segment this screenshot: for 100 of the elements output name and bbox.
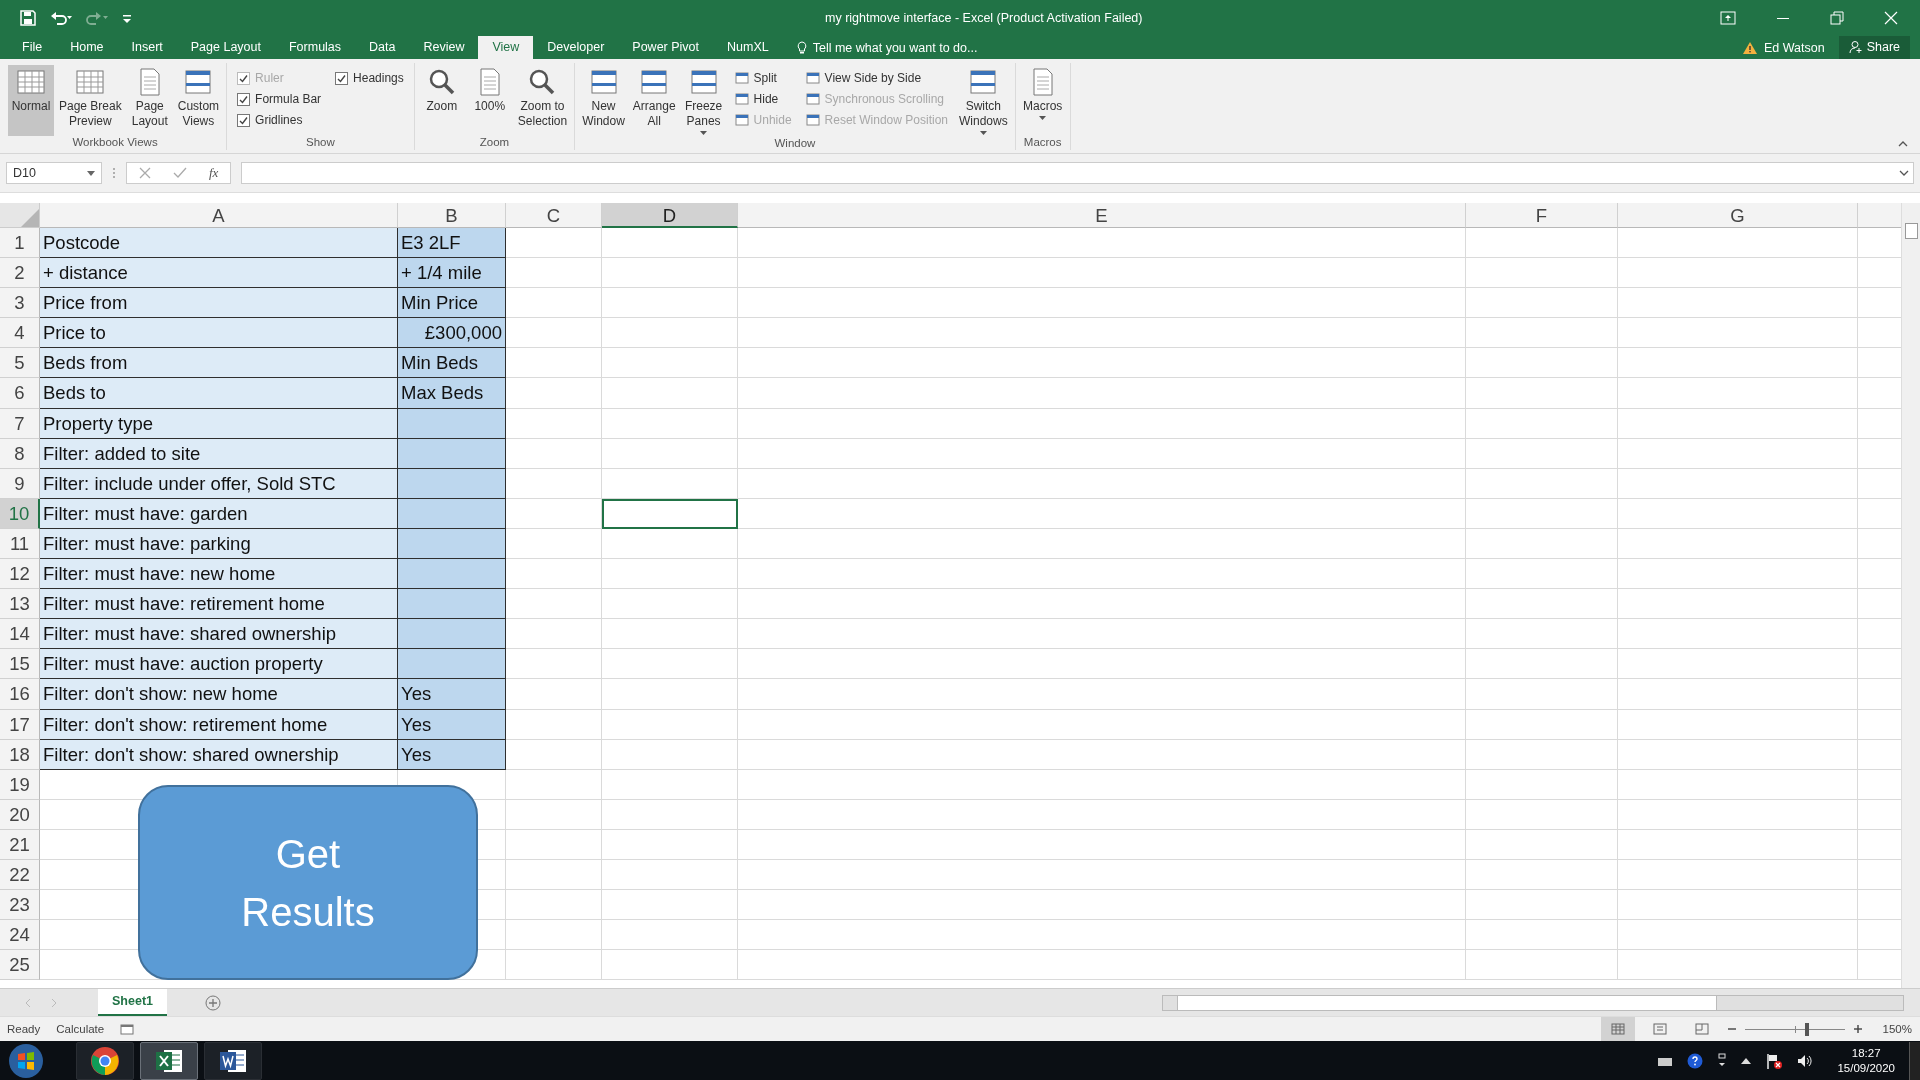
ribbon-tab[interactable]: Home: [56, 36, 118, 59]
ribbon-tab[interactable]: View: [478, 36, 534, 59]
row-header[interactable]: 17: [0, 709, 40, 740]
windows-icon[interactable]: [1717, 1052, 1728, 1069]
ribbon-button[interactable]: Page Layout: [126, 65, 173, 136]
formula-input[interactable]: [241, 162, 1914, 184]
row-header[interactable]: 4: [0, 318, 40, 349]
clock-date[interactable]: 15/09/2020: [1837, 1060, 1895, 1076]
zoom-slider[interactable]: [1744, 1021, 1845, 1037]
help-icon[interactable]: [1687, 1052, 1704, 1069]
caret-icon: [87, 170, 95, 176]
close-icon[interactable]: [1884, 11, 1898, 25]
ribbon-tab[interactable]: File: [8, 36, 57, 59]
user-name[interactable]: Ed Watson: [1763, 40, 1825, 55]
row-header[interactable]: 15: [0, 649, 40, 680]
clock-time[interactable]: 18:27: [1851, 1045, 1881, 1061]
ribbon-button[interactable]: Macros: [1019, 65, 1066, 136]
flag-error-icon[interactable]: [1765, 1051, 1784, 1070]
browser-icon[interactable]: [76, 1041, 134, 1080]
column-header[interactable]: F: [1466, 203, 1618, 228]
ribbon-button[interactable]: Freeze Panes: [680, 65, 727, 137]
row-header[interactable]: 20: [0, 799, 40, 830]
row-header[interactable]: 21: [0, 829, 40, 860]
insert-function-button[interactable]: fx: [209, 165, 219, 181]
ribbon-button[interactable]: New Window: [579, 65, 628, 137]
row-header[interactable]: 8: [0, 438, 40, 469]
horizontal-scrollbar[interactable]: [1162, 994, 1904, 1011]
row-header[interactable]: 7: [0, 408, 40, 439]
row-header[interactable]: 24: [0, 920, 40, 951]
ribbon-button[interactable]: Page Break Preview: [56, 65, 125, 136]
ribbon-button[interactable]: Hide: [734, 92, 792, 106]
row-header[interactable]: 13: [0, 589, 40, 620]
name-box[interactable]: D10: [6, 162, 102, 184]
ribbon-button[interactable]: 100%: [466, 65, 513, 136]
show-hidden-icons[interactable]: [1741, 1057, 1752, 1064]
start-button-icon[interactable]: [8, 1042, 44, 1079]
checkbox[interactable]: Formula Bar: [237, 92, 322, 106]
ribbon-tab[interactable]: Review: [409, 36, 479, 59]
undo-icon[interactable]: [50, 10, 72, 26]
row-header[interactable]: 14: [0, 619, 40, 650]
row-header[interactable]: 18: [0, 739, 40, 770]
row-header[interactable]: 12: [0, 559, 40, 590]
ribbon-button[interactable]: Arrange All: [629, 65, 679, 137]
ribbon-tab[interactable]: Power Pivot: [618, 36, 714, 59]
row-header[interactable]: 25: [0, 950, 40, 981]
row-header[interactable]: 2: [0, 258, 40, 289]
ribbon-button[interactable]: Zoom to Selection: [514, 65, 571, 136]
row-header[interactable]: 6: [0, 378, 40, 409]
sheet-tab[interactable]: Sheet1: [98, 989, 167, 1016]
zoom-level[interactable]: 150%: [1882, 1023, 1912, 1035]
save-icon[interactable]: [20, 10, 36, 26]
ribbon-tab[interactable]: Developer: [533, 36, 619, 59]
document-app-icon[interactable]: [204, 1041, 262, 1080]
vertical-scrollbar[interactable]: [1901, 203, 1920, 988]
add-sheet-icon[interactable]: [205, 994, 221, 1011]
restore-icon[interactable]: [1830, 11, 1844, 25]
row-header[interactable]: 1: [0, 228, 40, 259]
view-button[interactable]: [1600, 1017, 1635, 1041]
person-add-icon: [1848, 40, 1863, 54]
group-label: Zoom: [478, 136, 511, 150]
ribbon-tab[interactable]: Insert: [117, 36, 177, 59]
show-desktop-button[interactable]: [1909, 1041, 1920, 1080]
row-header[interactable]: 23: [0, 890, 40, 921]
ribbon-button[interactable]: Zoom: [418, 65, 465, 136]
customize-icon[interactable]: [122, 12, 132, 24]
ribbon-tab[interactable]: Page Layout: [176, 36, 275, 59]
row-header[interactable]: 16: [0, 679, 40, 710]
row-header[interactable]: 5: [0, 348, 40, 379]
checkbox[interactable]: Headings: [335, 71, 404, 85]
ribbon-button[interactable]: View Side by Side: [805, 71, 948, 85]
column-header[interactable]: A: [40, 203, 398, 228]
row-header[interactable]: 22: [0, 859, 40, 891]
active-cell[interactable]: [602, 498, 738, 529]
row-header[interactable]: 11: [0, 528, 40, 560]
row-header[interactable]: 3: [0, 288, 40, 319]
row-header[interactable]: 9: [0, 468, 40, 499]
column-header[interactable]: E: [738, 203, 1466, 228]
ribbon-tab[interactable]: Data: [355, 36, 410, 59]
macro-record-icon[interactable]: [120, 1023, 135, 1035]
table-cell: + distance: [40, 258, 398, 289]
column-header[interactable]: G: [1618, 203, 1858, 228]
ribbon-tab[interactable]: Formulas: [274, 36, 356, 59]
share-button[interactable]: Share: [1838, 36, 1910, 59]
ribbon-button[interactable]: Custom Views: [174, 65, 223, 136]
column-header[interactable]: B: [398, 203, 506, 228]
ribbon-button[interactable]: Switch Windows: [956, 65, 1011, 137]
ribbon-tab[interactable]: NumXL: [713, 36, 783, 59]
row-header[interactable]: 10: [0, 498, 40, 529]
checkbox[interactable]: Gridlines: [237, 113, 322, 127]
zoom-in-icon[interactable]: [1852, 1024, 1863, 1034]
ribbon-button[interactable]: Split: [734, 71, 792, 85]
column-header[interactable]: C: [506, 203, 602, 228]
row-header[interactable]: 19: [0, 769, 40, 800]
collapse-ribbon-icon[interactable]: [1898, 141, 1908, 147]
zoom-slider-thumb[interactable]: [1804, 1022, 1809, 1036]
ribbon-display-icon[interactable]: [1720, 11, 1736, 25]
column-header[interactable]: D: [602, 203, 738, 228]
ribbon-button[interactable]: Normal: [8, 65, 54, 136]
spreadsheet-app-icon[interactable]: [140, 1041, 198, 1080]
tell-me-field[interactable]: Tell me what you want to do...: [812, 41, 978, 55]
